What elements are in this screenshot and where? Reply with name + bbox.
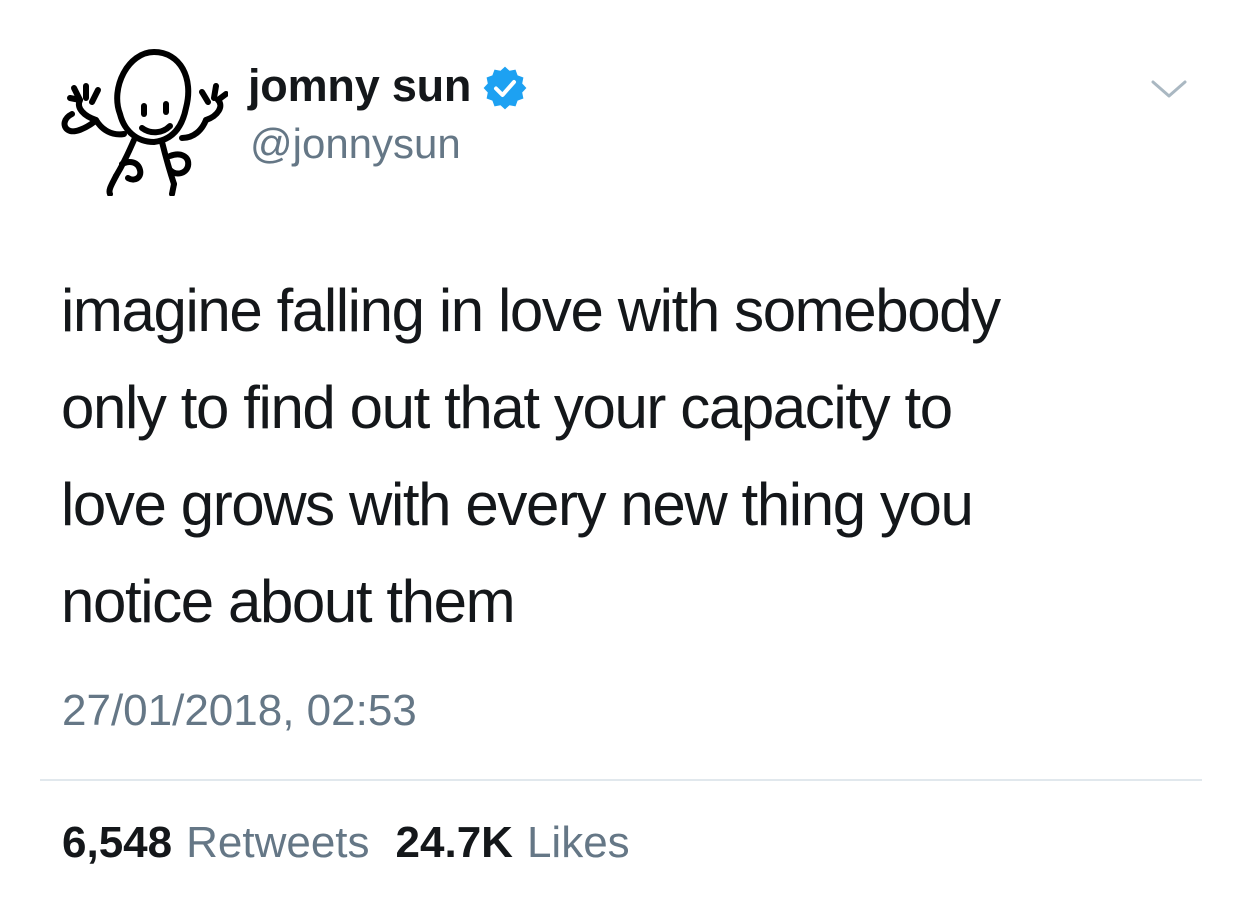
tweet-text-line: only to find out that your capacity to — [61, 374, 953, 441]
retweets-stat[interactable]: 6,548 Retweets — [62, 818, 370, 868]
divider — [40, 779, 1202, 781]
retweets-count: 6,548 — [62, 818, 173, 867]
likes-stat[interactable]: 24.7K Likes — [396, 818, 630, 868]
retweets-label: Retweets — [186, 818, 370, 867]
tweet-timestamp[interactable]: 27/01/2018, 02:53 — [62, 686, 417, 736]
author-display-name[interactable]: jomny sun — [248, 60, 471, 112]
author-handle[interactable]: @jonnysun — [250, 120, 461, 168]
tweet-text-line: notice about them — [61, 568, 516, 635]
doodle-character-avatar-icon — [61, 49, 228, 196]
tweet-text-line: love grows with every new thing you — [61, 471, 974, 538]
avatar[interactable] — [58, 44, 228, 196]
likes-count: 24.7K — [395, 818, 513, 867]
verified-badge-icon — [483, 66, 527, 110]
chevron-down-icon — [1151, 80, 1187, 98]
author-name-row[interactable]: jomny sun — [248, 58, 527, 114]
tweet-text-line: imagine falling in love with somebody — [61, 277, 1001, 344]
tweet-menu-button[interactable] — [1150, 74, 1188, 104]
tweet-stats: 6,548 Retweets 24.7K Likes — [62, 818, 630, 868]
likes-label: Likes — [526, 818, 630, 867]
tweet-text: imagine falling in love with somebody on… — [61, 262, 1181, 650]
